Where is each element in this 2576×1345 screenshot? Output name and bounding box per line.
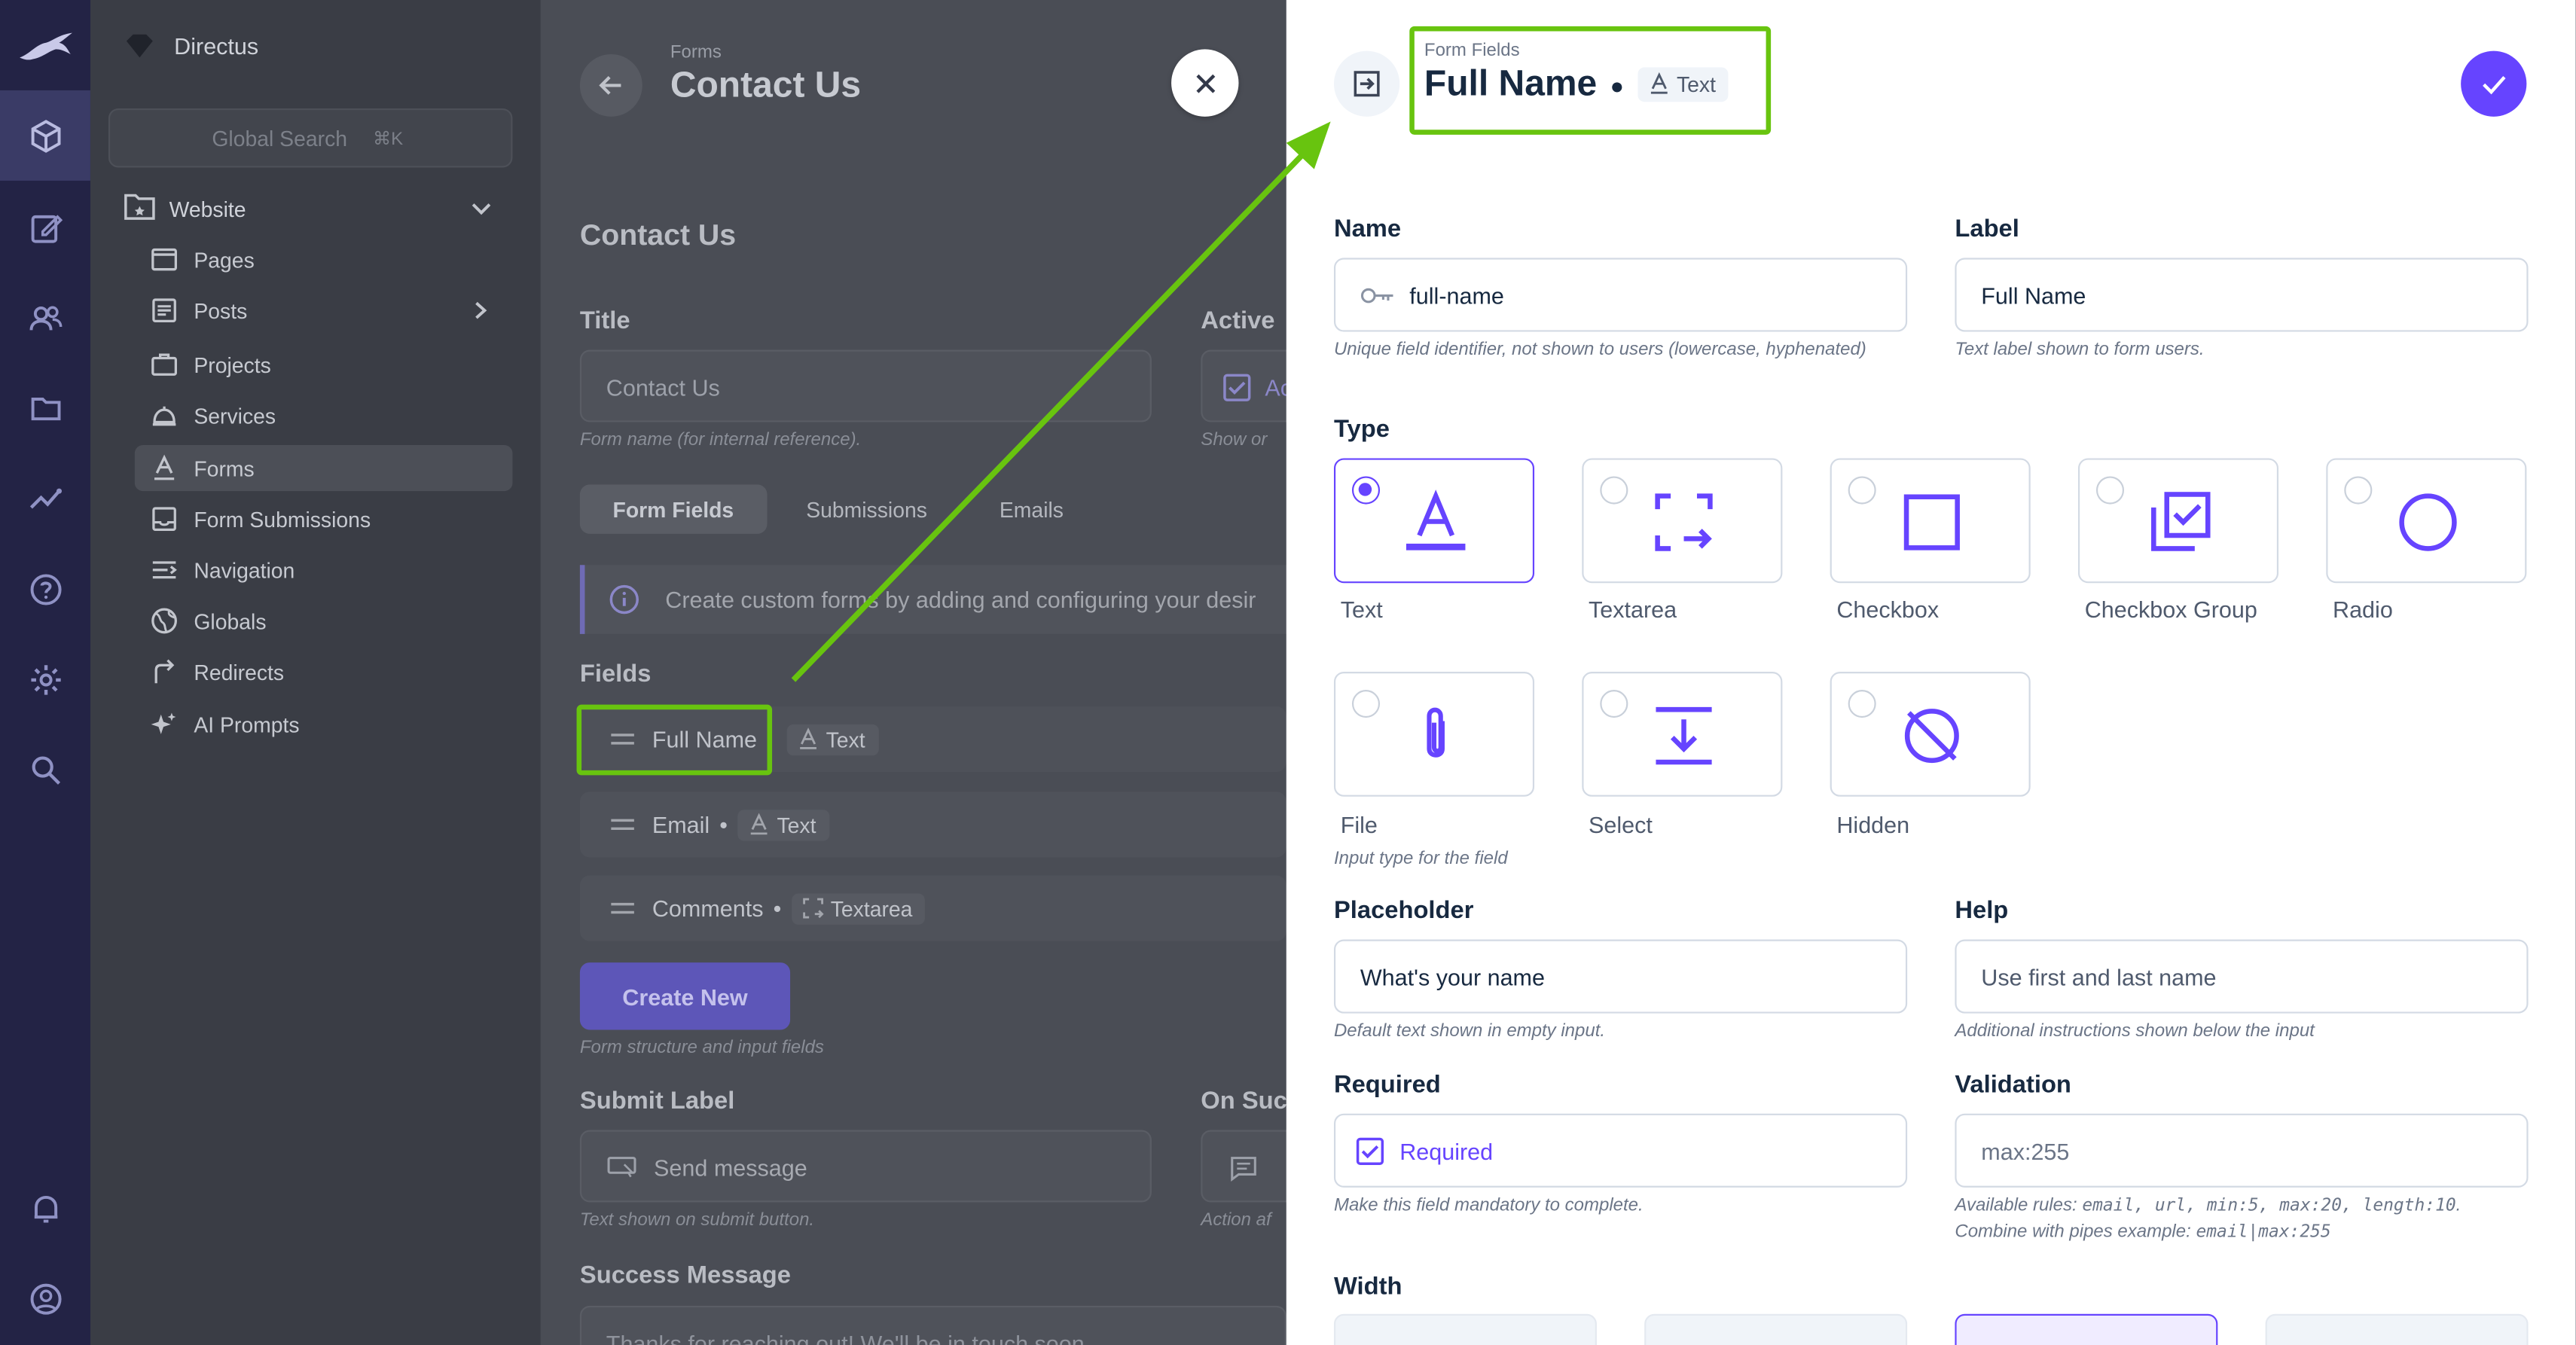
annotation-arrow: [791, 121, 1331, 682]
